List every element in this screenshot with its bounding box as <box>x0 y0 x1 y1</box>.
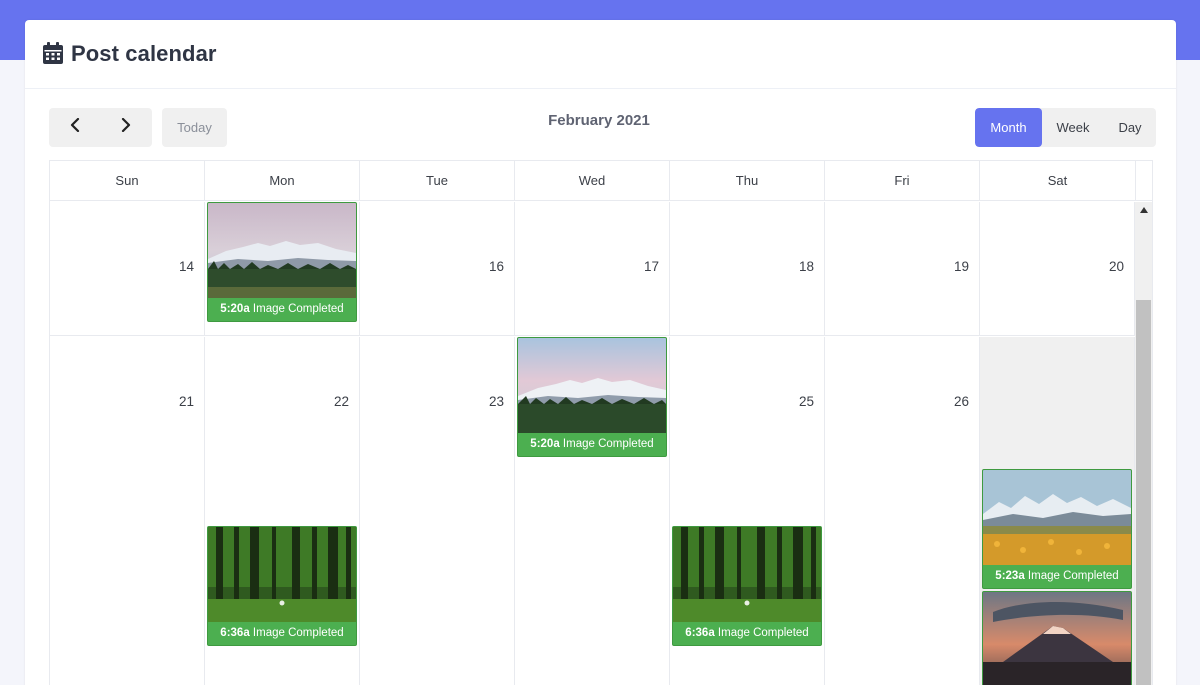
day-cell[interactable]: 23 <box>360 337 515 685</box>
event-thumbnail <box>208 203 356 298</box>
day-number: 17 <box>643 259 659 274</box>
event-title: Image Completed <box>562 438 654 450</box>
event-title: Image Completed <box>252 303 344 315</box>
event-caption: 6:36a Image Completed <box>673 622 821 645</box>
day-number: 23 <box>488 394 504 409</box>
calendar-body: 14 16 17 18 19 20 21 22 23 25 26 5:20a I… <box>50 202 1136 685</box>
day-number: 19 <box>953 259 969 274</box>
month-grid: Sun Mon Tue Wed Thu Fri Sat 14 16 17 18 … <box>49 160 1153 685</box>
calendar-card: Post calendar February 2021 Today Month … <box>25 20 1176 685</box>
day-number: 20 <box>1108 259 1124 274</box>
nav-button-group <box>49 108 152 147</box>
event-caption: 5:20a Image Completed <box>518 433 666 456</box>
event-thumbnail <box>983 592 1131 685</box>
event-title: Image Completed <box>1027 570 1119 582</box>
weekday-header: Thu <box>670 161 825 200</box>
vertical-scrollbar[interactable] <box>1135 202 1152 685</box>
calendar-event[interactable]: 5:20a Image Completed <box>207 202 357 322</box>
calendar-event[interactable] <box>982 591 1132 685</box>
today-button[interactable]: Today <box>162 108 227 147</box>
chevron-left-icon <box>70 117 80 137</box>
scrollbar-thumb[interactable] <box>1136 300 1151 685</box>
weekday-header: Fri <box>825 161 980 200</box>
day-view-button[interactable]: Day <box>1104 108 1156 147</box>
event-time: 6:36a <box>220 627 250 639</box>
calendar-toolbar: February 2021 Today Month Week Day <box>49 108 1156 148</box>
weekday-header: Mon <box>205 161 360 200</box>
event-title: Image Completed <box>717 627 809 639</box>
event-thumbnail <box>518 338 666 433</box>
day-number: 21 <box>178 394 194 409</box>
weekday-header-row: Sun Mon Tue Wed Thu Fri Sat <box>50 161 1152 201</box>
week-view-button[interactable]: Week <box>1042 108 1104 147</box>
weekday-header: Wed <box>515 161 670 200</box>
event-caption: 6:36a Image Completed <box>208 622 356 645</box>
day-cell[interactable]: 26 <box>825 337 980 685</box>
day-number: 14 <box>178 259 194 274</box>
event-time: 5:20a <box>220 303 250 315</box>
day-number: 18 <box>798 259 814 274</box>
prev-button[interactable] <box>49 108 100 147</box>
day-cell[interactable]: 14 <box>50 202 205 335</box>
event-thumbnail <box>673 527 821 622</box>
view-switcher: Month Week Day <box>975 108 1156 147</box>
day-number: 16 <box>488 259 504 274</box>
day-cell[interactable]: 20 <box>980 202 1135 335</box>
event-time: 5:20a <box>530 438 560 450</box>
event-thumbnail <box>983 470 1131 565</box>
event-caption: 5:20a Image Completed <box>208 298 356 321</box>
weekday-header: Tue <box>360 161 515 200</box>
next-button[interactable] <box>100 108 151 147</box>
event-time: 6:36a <box>685 627 715 639</box>
event-thumbnail <box>208 527 356 622</box>
day-number: 25 <box>798 394 814 409</box>
calendar-event[interactable]: 5:23a Image Completed <box>982 469 1132 589</box>
event-title: Image Completed <box>252 627 344 639</box>
month-view-button[interactable]: Month <box>975 108 1042 147</box>
chevron-right-icon <box>121 117 131 137</box>
day-cell[interactable]: 21 <box>50 337 205 685</box>
page-title: Post calendar <box>71 41 217 66</box>
calendar-event[interactable]: 5:20a Image Completed <box>517 337 667 457</box>
weekday-header: Sat <box>980 161 1136 200</box>
day-number: 26 <box>953 394 969 409</box>
calendar-icon <box>43 42 65 66</box>
weekday-header: Sun <box>50 161 205 200</box>
scroll-up-arrow-icon[interactable] <box>1135 202 1152 218</box>
event-time: 5:23a <box>995 570 1025 582</box>
day-number: 22 <box>333 394 349 409</box>
event-caption: 5:23a Image Completed <box>983 565 1131 588</box>
calendar-event[interactable]: 6:36a Image Completed <box>207 526 357 646</box>
calendar-event[interactable]: 6:36a Image Completed <box>672 526 822 646</box>
day-cell[interactable]: 17 <box>515 202 670 335</box>
day-cell[interactable]: 16 <box>360 202 515 335</box>
day-cell[interactable]: 19 <box>825 202 980 335</box>
card-header: Post calendar <box>25 20 1176 89</box>
day-cell[interactable]: 18 <box>670 202 825 335</box>
